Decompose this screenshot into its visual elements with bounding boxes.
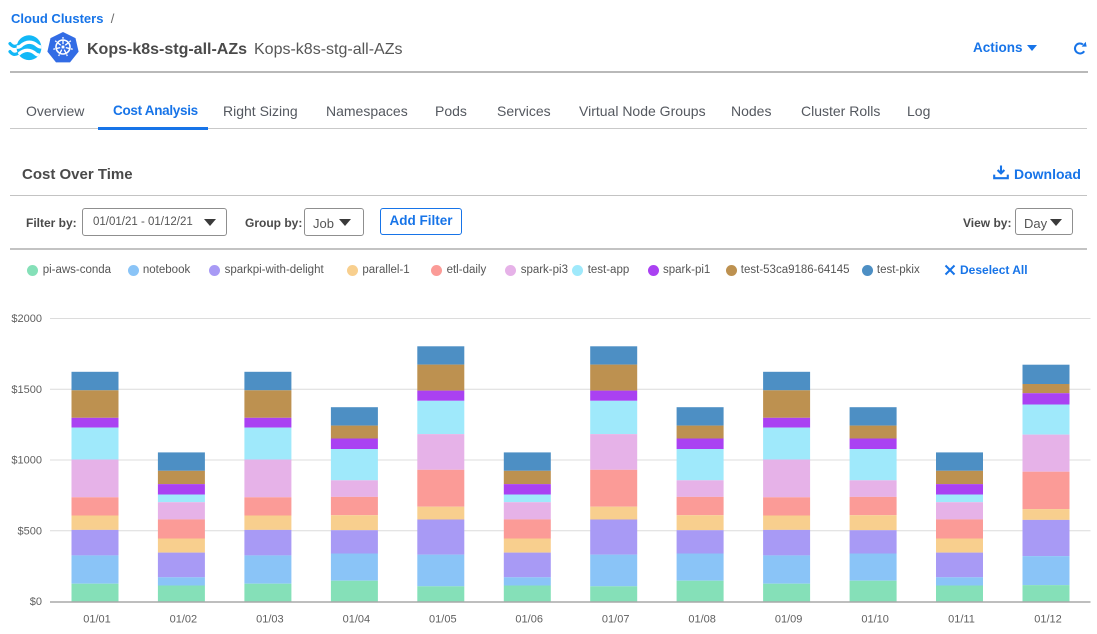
svg-text:$1500: $1500 bbox=[11, 384, 42, 396]
svg-text:$2000: $2000 bbox=[11, 313, 42, 325]
svg-text:$1000: $1000 bbox=[11, 455, 42, 467]
svg-text:01/01: 01/01 bbox=[83, 614, 111, 626]
svg-text:01/02: 01/02 bbox=[170, 614, 198, 626]
svg-text:$500: $500 bbox=[18, 525, 42, 537]
svg-text:01/04: 01/04 bbox=[343, 614, 371, 626]
svg-text:01/09: 01/09 bbox=[775, 614, 803, 626]
svg-text:01/11: 01/11 bbox=[948, 614, 975, 626]
svg-text:01/08: 01/08 bbox=[688, 614, 716, 626]
svg-text:$0: $0 bbox=[30, 596, 42, 608]
svg-text:01/06: 01/06 bbox=[515, 614, 543, 626]
svg-text:01/12: 01/12 bbox=[1034, 614, 1062, 626]
svg-text:01/05: 01/05 bbox=[429, 614, 457, 626]
svg-text:01/10: 01/10 bbox=[861, 614, 889, 626]
svg-text:01/07: 01/07 bbox=[602, 614, 630, 626]
svg-text:01/03: 01/03 bbox=[256, 614, 284, 626]
